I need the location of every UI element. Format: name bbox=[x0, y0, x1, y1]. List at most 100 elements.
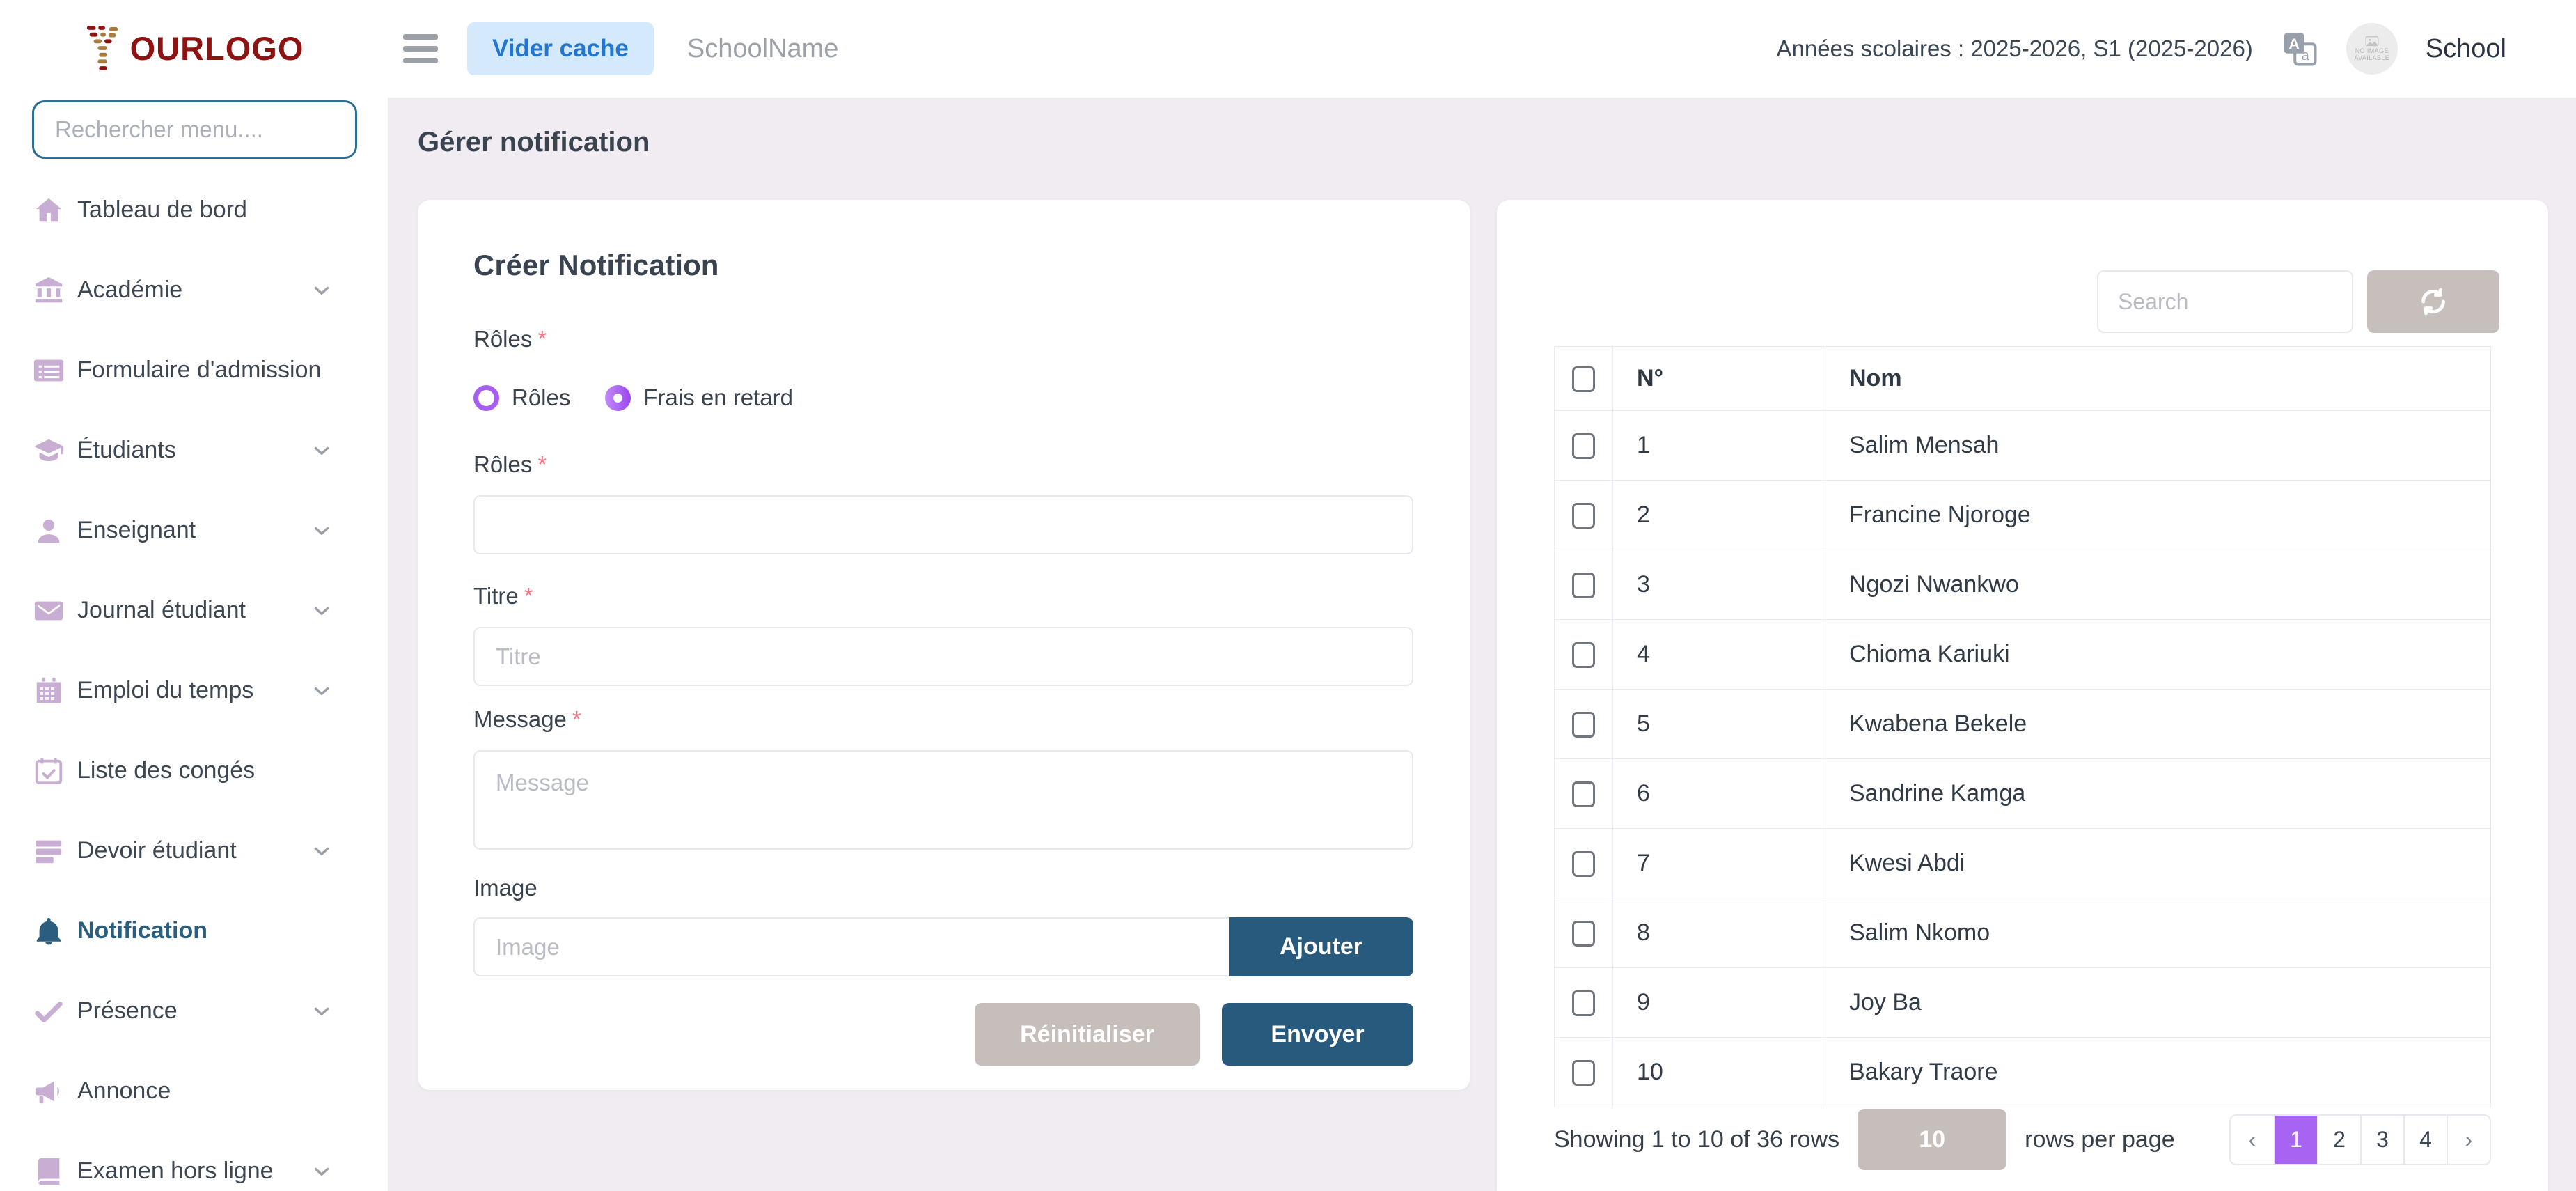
table-search-input[interactable] bbox=[2097, 270, 2353, 333]
message-label: Message* bbox=[473, 706, 1413, 733]
pager-prev[interactable]: ‹ bbox=[2231, 1116, 2274, 1164]
required-mark: * bbox=[537, 451, 547, 477]
menu-toggle-icon[interactable] bbox=[403, 34, 438, 63]
row-name: Bakary Traore bbox=[1825, 1038, 2491, 1107]
sidebar-item-examen-hors-ligne[interactable]: Examen hors ligne bbox=[0, 1131, 388, 1191]
sidebar-item-etudiants[interactable]: Étudiants bbox=[0, 410, 388, 490]
row-checkbox[interactable] bbox=[1572, 503, 1595, 529]
image-placeholder-icon bbox=[2365, 36, 2379, 47]
row-checkbox[interactable] bbox=[1572, 433, 1595, 459]
homework-list-icon bbox=[33, 835, 65, 867]
table-toolbar bbox=[2097, 270, 2499, 333]
required-mark: * bbox=[524, 583, 533, 609]
radio-roles[interactable] bbox=[473, 385, 499, 411]
calendar-check-icon bbox=[33, 755, 65, 787]
row-num: 7 bbox=[1613, 829, 1825, 898]
sidebar-item-label: Examen hors ligne bbox=[77, 1158, 274, 1185]
pagination-summary: Showing 1 to 10 of 36 rows bbox=[1554, 1126, 1839, 1153]
sidebar-menu: Tableau de bord Académie Formulaire d'ad… bbox=[0, 170, 388, 1191]
image-field-row: Ajouter bbox=[473, 917, 1413, 976]
megaphone-icon bbox=[33, 1075, 65, 1107]
roles-select-label: Rôles* bbox=[473, 451, 1413, 478]
sidebar-item-formulaire-admission[interactable]: Formulaire d'admission bbox=[0, 330, 388, 410]
row-checkbox[interactable] bbox=[1572, 642, 1595, 668]
content: Gérer notification Créer Notification Rô… bbox=[388, 98, 2576, 1191]
avatar[interactable]: NO IMAGE AVAILABLE bbox=[2346, 23, 2398, 75]
translate-icon[interactable]: A a bbox=[2281, 30, 2318, 68]
message-textarea[interactable] bbox=[473, 750, 1413, 850]
row-name: Kwesi Abdi bbox=[1825, 829, 2491, 898]
row-num: 10 bbox=[1613, 1038, 1825, 1107]
form-heading: Créer Notification bbox=[473, 249, 1413, 282]
sidebar: OURLOGO Tableau de bord Académie bbox=[0, 0, 388, 1191]
topbar-right: Années scolaires : 2025-2026, S1 (2025-2… bbox=[1777, 23, 2507, 75]
radio-late-fees-label: Frais en retard bbox=[643, 384, 793, 411]
title-input[interactable] bbox=[473, 627, 1413, 686]
row-checkbox[interactable] bbox=[1572, 781, 1595, 807]
pager-next[interactable]: › bbox=[2447, 1116, 2490, 1164]
form-actions: Réinitialiser Envoyer bbox=[473, 1003, 1413, 1066]
sidebar-item-journal-etudiant[interactable]: Journal étudiant bbox=[0, 570, 388, 651]
table-row: 3 Ngozi Nwankwo bbox=[1555, 550, 2491, 620]
sidebar-item-label: Académie bbox=[77, 277, 182, 304]
sidebar-item-liste-des-conges[interactable]: Liste des congés bbox=[0, 731, 388, 811]
admission-form-icon bbox=[33, 355, 65, 387]
sidebar-item-label: Étudiants bbox=[77, 437, 176, 464]
add-image-button[interactable]: Ajouter bbox=[1229, 917, 1413, 976]
radio-late-fees[interactable] bbox=[605, 385, 631, 411]
row-checkbox[interactable] bbox=[1572, 573, 1595, 598]
clear-cache-button[interactable]: Vider cache bbox=[467, 22, 654, 75]
row-checkbox[interactable] bbox=[1572, 851, 1595, 877]
row-name: Salim Mensah bbox=[1825, 411, 2491, 481]
send-button[interactable]: Envoyer bbox=[1222, 1003, 1413, 1066]
chevron-down-icon bbox=[310, 279, 333, 302]
sidebar-item-enseignant[interactable]: Enseignant bbox=[0, 490, 388, 570]
refresh-button[interactable] bbox=[2367, 270, 2499, 333]
roles-radio-label: Rôles* bbox=[473, 325, 1413, 353]
pager-page-3[interactable]: 3 bbox=[2360, 1116, 2403, 1164]
sidebar-item-label: Devoir étudiant bbox=[77, 837, 237, 864]
row-name: Ngozi Nwankwo bbox=[1825, 550, 2491, 620]
row-num: 1 bbox=[1613, 411, 1825, 481]
sidebar-item-label: Journal étudiant bbox=[77, 597, 246, 624]
sidebar-item-presence[interactable]: Présence bbox=[0, 971, 388, 1051]
pagination-bar: Showing 1 to 10 of 36 rows 10 rows per p… bbox=[1554, 1109, 2491, 1170]
row-name: Francine Njoroge bbox=[1825, 481, 2491, 550]
roles-select[interactable] bbox=[473, 495, 1413, 554]
select-all-checkbox[interactable] bbox=[1572, 366, 1595, 392]
sidebar-item-emploi-du-temps[interactable]: Emploi du temps bbox=[0, 651, 388, 731]
home-icon bbox=[33, 194, 65, 226]
row-checkbox[interactable] bbox=[1572, 921, 1595, 947]
roles-radio-group: Rôles Frais en retard bbox=[473, 384, 1413, 412]
logo-y-icon bbox=[84, 24, 125, 72]
topbar: Vider cache SchoolName Années scolaires … bbox=[388, 0, 2576, 98]
sidebar-item-annonce[interactable]: Annonce bbox=[0, 1051, 388, 1131]
required-mark: * bbox=[537, 326, 547, 352]
sidebar-item-label: Notification bbox=[77, 917, 207, 944]
sidebar-item-label: Emploi du temps bbox=[77, 677, 253, 704]
row-checkbox[interactable] bbox=[1572, 1060, 1595, 1086]
row-num: 2 bbox=[1613, 481, 1825, 550]
row-num: 6 bbox=[1613, 759, 1825, 829]
chevron-down-icon bbox=[310, 999, 333, 1023]
row-name: Joy Ba bbox=[1825, 968, 2491, 1038]
image-input[interactable] bbox=[473, 917, 1229, 976]
pager-page-4[interactable]: 4 bbox=[2403, 1116, 2447, 1164]
sidebar-item-notification[interactable]: Notification bbox=[0, 891, 388, 971]
pagination-summary-suffix: rows per page bbox=[2025, 1126, 2174, 1153]
calendar-icon bbox=[33, 675, 65, 707]
sidebar-search-input[interactable] bbox=[32, 100, 357, 159]
page-size-select[interactable]: 10 bbox=[1858, 1109, 2006, 1170]
sidebar-item-academie[interactable]: Académie bbox=[0, 250, 388, 330]
row-checkbox[interactable] bbox=[1572, 712, 1595, 738]
pager-page-2[interactable]: 2 bbox=[2317, 1116, 2360, 1164]
column-header-num: N° bbox=[1613, 347, 1825, 411]
sidebar-item-devoir-etudiant[interactable]: Devoir étudiant bbox=[0, 811, 388, 891]
required-mark: * bbox=[572, 706, 581, 732]
chevron-down-icon bbox=[310, 519, 333, 543]
sidebar-item-tableau-de-bord[interactable]: Tableau de bord bbox=[0, 170, 388, 250]
pager-page-1[interactable]: 1 bbox=[2274, 1116, 2317, 1164]
row-name: Sandrine Kamga bbox=[1825, 759, 2491, 829]
reset-button[interactable]: Réinitialiser bbox=[975, 1003, 1200, 1066]
row-checkbox[interactable] bbox=[1572, 990, 1595, 1016]
